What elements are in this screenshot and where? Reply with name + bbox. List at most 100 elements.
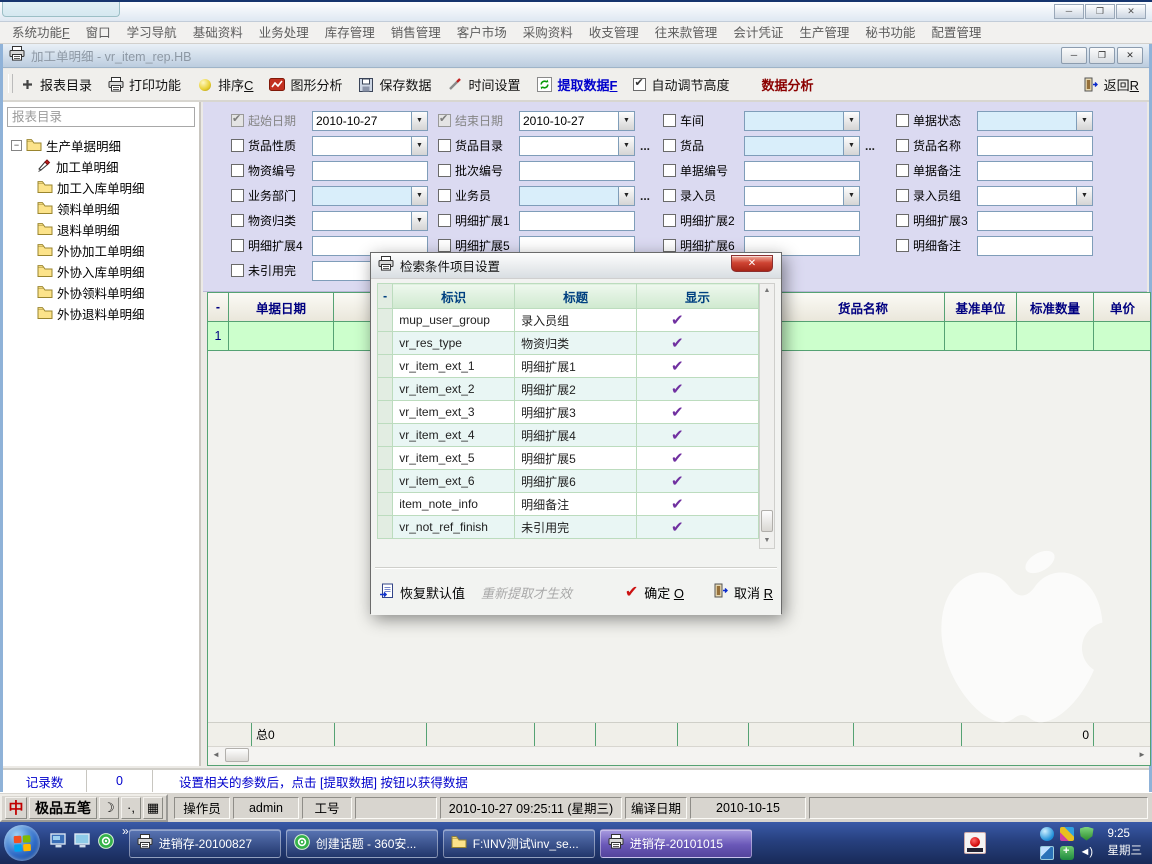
dialog-table-row[interactable]: item_note_info明细备注✔ [378,493,759,516]
checkbox-icon[interactable] [663,139,676,152]
taskbar-button-2[interactable]: 创建话题 - 360安... [286,829,438,858]
filter-dropdown[interactable]: ▼ [312,136,428,156]
menu-item-4[interactable]: 基础资料 [185,22,251,44]
table-cell[interactable] [782,322,945,351]
chevron-down-icon[interactable]: ▼ [843,137,859,155]
condition-visible-check[interactable]: ✔ [637,447,759,470]
filter-dropdown[interactable]: ▼ [744,111,860,131]
chevron-down-icon[interactable]: ▼ [618,112,634,130]
taskbar-button-4[interactable]: 进销存-20101015 [600,829,752,858]
chevron-down-icon[interactable]: ▼ [1076,112,1092,130]
ime-fullwidth-icon[interactable]: ☽ [99,797,119,819]
checkbox-icon[interactable] [231,114,244,127]
horizontal-scrollbar[interactable]: ◄ ► [208,746,1150,762]
dialog-table-row[interactable]: vr_not_ref_finish未引用完✔ [378,516,759,539]
filter-input[interactable] [977,211,1093,231]
filter-input[interactable] [519,161,635,181]
checkbox-icon[interactable] [438,114,451,127]
dialog-titlebar[interactable]: 检索条件项目设置 [371,253,781,279]
auto-height-checkbox[interactable]: 自动调节高度 [633,75,729,94]
filter-dropdown[interactable]: ▼ [312,211,428,231]
dialog-table-row[interactable]: vr_item_ext_4明细扩展4✔ [378,424,759,447]
column-header[interactable]: 单价 [1094,293,1151,322]
child-restore-icon[interactable]: ❐ [1089,47,1115,64]
filter-dropdown[interactable]: ▼ [312,186,428,206]
dialog-column-header[interactable]: 标识 [393,284,515,309]
ok-button[interactable]: ✔ 确定 O [625,582,684,602]
taskbar-button-1[interactable]: 进销存-20100827 [129,829,281,858]
dialog-column-header[interactable]: - [378,284,393,309]
child-close-icon[interactable]: ✕ [1117,47,1143,64]
menu-item-11[interactable]: 往来款管理 [647,22,726,44]
table-cell[interactable] [945,322,1017,351]
toolbar-refresh-button[interactable]: 提取数据F [536,75,617,94]
checkbox-icon[interactable] [231,164,244,177]
menu-item-14[interactable]: 秘书功能 [857,22,923,44]
checkbox-icon[interactable] [663,214,676,227]
ime-cn-icon[interactable]: 中 [5,797,27,819]
toolbar-chart-button[interactable]: 图形分析 [269,75,342,94]
dialog-table-row[interactable]: vr_item_ext_3明细扩展3✔ [378,401,759,424]
chevron-down-icon[interactable]: ▼ [1076,187,1092,205]
filter-input[interactable] [519,211,635,231]
checkbox-icon[interactable] [231,189,244,202]
column-header[interactable]: 货品名称 [782,293,945,322]
checkbox-icon[interactable] [231,139,244,152]
filter-dropdown[interactable]: ▼ [744,136,860,156]
checkbox-icon[interactable] [663,189,676,202]
toolbar-printer-button[interactable]: 打印功能 [108,75,181,94]
menu-item-6[interactable]: 库存管理 [317,22,383,44]
chevron-down-icon[interactable]: ▼ [618,137,634,155]
checkbox-icon[interactable] [663,239,676,252]
menu-item-15[interactable]: 配置管理 [923,22,989,44]
filter-dropdown[interactable]: ▼ [744,186,860,206]
chevron-down-icon[interactable]: ▼ [843,112,859,130]
checkbox-icon[interactable] [896,139,909,152]
dialog-column-header[interactable]: 标题 [515,284,637,309]
tree-item-6[interactable]: 外协入库单明细 [3,261,199,282]
checkbox-icon[interactable] [663,164,676,177]
table-cell[interactable] [1017,322,1094,351]
menu-item-7[interactable]: 销售管理 [383,22,449,44]
dialog-table-row[interactable]: mup_user_group录入员组✔ [378,309,759,332]
data-analysis-button[interactable]: 数据分析 [761,75,813,94]
chevron-down-icon[interactable]: ▼ [411,112,427,130]
checkbox-icon[interactable] [438,239,451,252]
scroll-left-icon[interactable]: ◄ [208,748,224,762]
return-button[interactable]: 返回R [1083,75,1139,94]
tree-item-1[interactable]: 加工单明细 [3,156,199,177]
filter-dropdown[interactable]: 2010-10-27▼ [519,111,635,131]
recorder-tray-icon[interactable] [964,832,986,854]
column-header[interactable]: - [208,293,229,322]
checkbox-icon[interactable] [663,114,676,127]
checkbox-icon[interactable] [896,164,909,177]
filter-input[interactable] [977,136,1093,156]
checkbox-icon[interactable] [231,214,244,227]
checkbox-icon[interactable] [231,239,244,252]
taskbar-button-3[interactable]: F:\INV测试\inv_se... [443,829,595,858]
condition-visible-check[interactable]: ✔ [637,516,759,539]
filter-input[interactable] [744,161,860,181]
condition-visible-check[interactable]: ✔ [637,309,759,332]
filter-input[interactable] [977,161,1093,181]
ime-name[interactable]: 极品五笔 [29,797,97,819]
table-cell[interactable] [229,322,334,351]
dialog-table-row[interactable]: vr_item_ext_2明细扩展2✔ [378,378,759,401]
checkbox-icon[interactable] [438,164,451,177]
report-window-titlebar[interactable]: 加工单明细 - vr_item_rep.HB ─ ❐ ✕ [3,44,1149,68]
condition-visible-check[interactable]: ✔ [637,470,759,493]
tree-root-item[interactable]: −生产单据明细 [3,135,199,156]
table-cell[interactable] [1094,322,1151,351]
vol-icon[interactable] [1080,846,1094,860]
checkbox-icon[interactable] [896,189,909,202]
condition-visible-check[interactable]: ✔ [637,355,759,378]
tree-search-input[interactable]: 报表目录 [7,107,195,127]
collapse-icon[interactable]: − [11,140,22,151]
desktop-icon[interactable] [50,833,67,853]
ellipsis-button[interactable]: ... [640,139,650,153]
condition-visible-check[interactable]: ✔ [637,424,759,447]
menu-item-1[interactable]: 系统功能F [4,22,78,44]
filter-dropdown[interactable]: ▼ [519,136,635,156]
dialog-table-row[interactable]: vr_item_ext_6明细扩展6✔ [378,470,759,493]
minimize-icon[interactable]: ─ [1054,4,1084,19]
